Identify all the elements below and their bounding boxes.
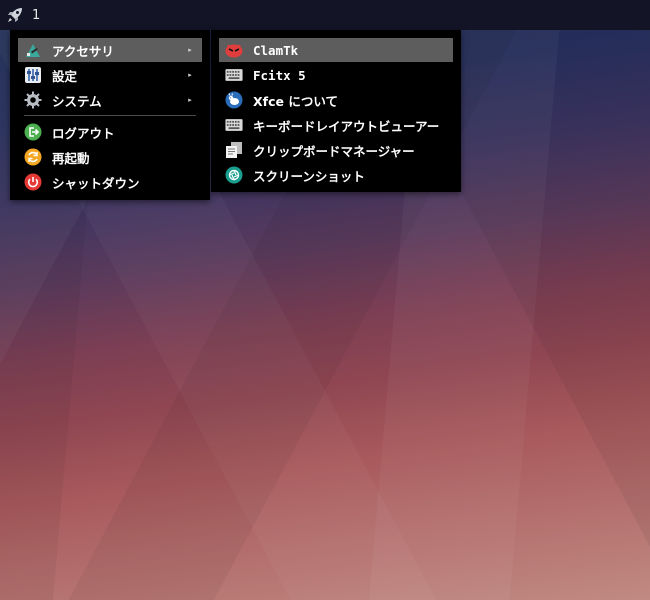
menu-item-system[interactable]: システム ▸ [18, 88, 202, 112]
submenu-item-about-xfce[interactable]: Xfce について [219, 88, 453, 112]
submenu-arrow-icon: ▸ [188, 46, 192, 54]
submenu-item-clipboard-manager[interactable]: クリップボードマネージャー [219, 138, 453, 162]
submenu-arrow-icon: ▸ [188, 96, 192, 104]
menu-item-label: ログアウト [52, 125, 115, 141]
menu-separator [24, 115, 196, 116]
menu-item-logout[interactable]: ログアウト [18, 120, 202, 144]
accessories-submenu: ClamTk Fcitx 5 Xfce について キーボードレイアウトビューアー… [211, 30, 461, 192]
menu-item-label: アクセサリ [52, 43, 114, 59]
submenu-item-clamtk[interactable]: ClamTk [219, 38, 453, 62]
power-icon [24, 173, 42, 191]
submenu-item-label: ClamTk [253, 42, 299, 58]
submenu-item-label: Fcitx 5 [253, 67, 306, 83]
clipboard-icon [225, 141, 243, 159]
logout-icon [24, 123, 42, 141]
xfce-mouse-icon [225, 91, 243, 109]
clamtk-icon [225, 41, 243, 59]
screenshot-icon [225, 166, 243, 184]
rocket-icon[interactable] [0, 0, 30, 30]
accessories-icon [24, 41, 42, 59]
submenu-item-label: クリップボードマネージャー [253, 143, 415, 159]
workspace-indicator[interactable]: 1 [32, 8, 40, 23]
menu-item-label: システム [52, 93, 102, 109]
menu-item-shutdown[interactable]: シャットダウン [18, 170, 202, 194]
submenu-item-label: キーボードレイアウトビューアー [253, 118, 440, 134]
menu-item-label: 設定 [52, 68, 78, 84]
settings-icon [24, 66, 42, 84]
submenu-item-label: Xfce について [253, 93, 338, 109]
submenu-arrow-icon: ▸ [188, 71, 192, 79]
keyboard-layout-icon [225, 116, 243, 134]
submenu-item-fcitx[interactable]: Fcitx 5 [219, 63, 453, 87]
menu-item-label: 再起動 [52, 150, 90, 166]
system-gear-icon [24, 91, 42, 109]
menu-item-settings[interactable]: 設定 ▸ [18, 63, 202, 87]
submenu-item-label: スクリーンショット [253, 168, 365, 184]
menu-item-restart[interactable]: 再起動 [18, 145, 202, 169]
top-panel: 1 [0, 0, 650, 30]
keyboard-icon [225, 66, 243, 84]
menu-item-accessories[interactable]: アクセサリ ▸ [18, 38, 202, 62]
submenu-item-screenshot[interactable]: スクリーンショット [219, 163, 453, 187]
restart-icon [24, 148, 42, 166]
submenu-item-keyboard-layout-viewer[interactable]: キーボードレイアウトビューアー [219, 113, 453, 137]
applications-menu: アクセサリ ▸ 設定 ▸ システム ▸ ログアウト 再起動 シャットダウン [10, 30, 210, 200]
menu-item-label: シャットダウン [52, 175, 140, 191]
